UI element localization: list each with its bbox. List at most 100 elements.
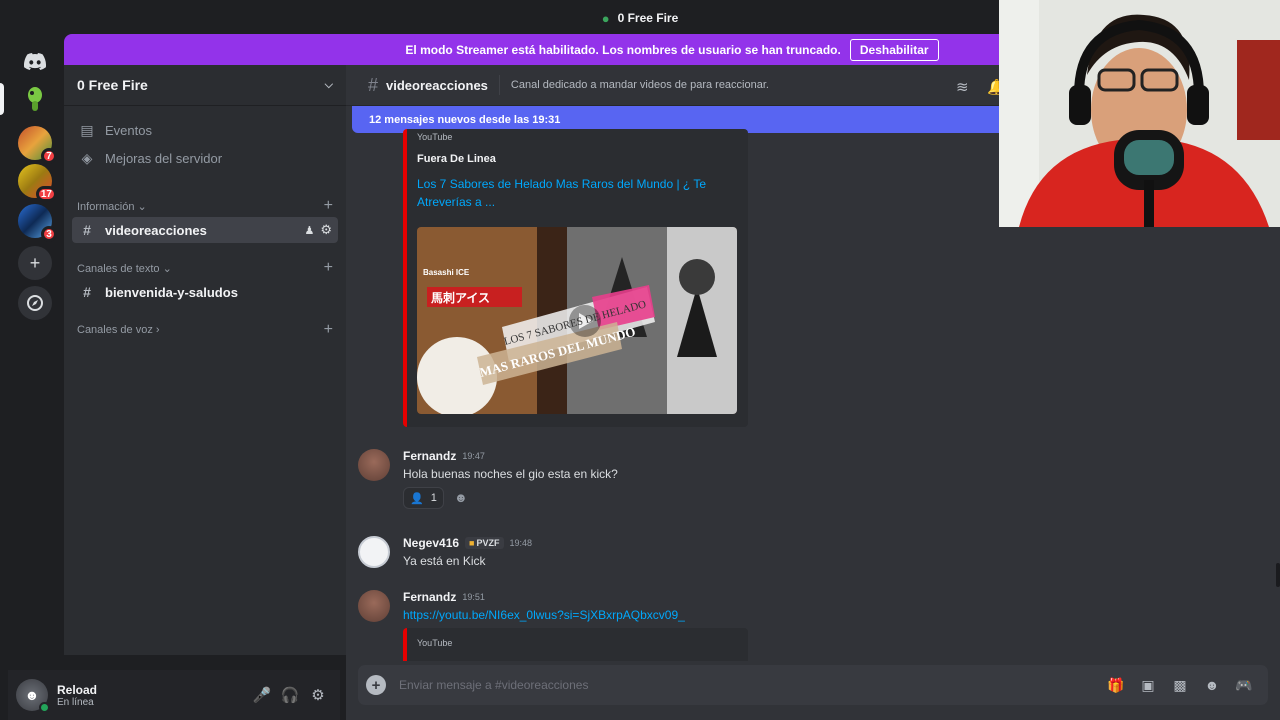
disable-streamer-button[interactable]: Deshabilitar [849,38,939,61]
emoji-icon: 👤 [410,492,424,505]
sidebar-item-label: Eventos [105,122,152,138]
message: Negev416 ■ PVZF 19:48 Ya está en Kick [358,536,1258,576]
user-status: En línea [57,696,94,708]
add-channel-icon[interactable]: + [324,322,333,338]
unread-badge: 17 [35,186,57,202]
add-channel-icon[interactable]: + [324,260,333,276]
chevron-down-icon: ⌄ [137,200,147,213]
guild-header[interactable]: 0 Free Fire ⌵ [64,65,346,106]
webcam-overlay [999,0,1280,227]
gift-icon[interactable]: 🎁 [1100,677,1132,694]
message-text: Hola buenas noches el gio esta en kick? [403,467,618,481]
chevron-down-icon: ⌵ [324,78,333,91]
emoji-icon[interactable]: ☻ [1196,677,1228,693]
message-author[interactable]: Fernandz [403,449,456,463]
channel-topic: Canal dedicado a mandar videos de para r… [510,79,769,91]
message-text: Ya está en Kick [403,554,486,568]
scrollbar[interactable] [1276,563,1280,587]
embed-title-link[interactable]: Los 7 Sabores de Helado Mas Raros del Mu… [417,175,737,211]
chevron-right-icon: › [155,324,160,336]
youtube-embed: YouTube [403,628,748,661]
server-4-icon[interactable]: 3 [18,204,57,242]
add-channel-icon[interactable]: + [324,198,333,214]
active-server-indicator [0,83,4,115]
user-panel: ☻ Reload En línea 🎤 🎧 ⚙ [8,670,340,720]
add-server-icon[interactable]: + [18,246,52,280]
category-voice[interactable]: Canales de voz › + [77,322,333,338]
invite-icon[interactable]: ♟ [304,224,314,237]
message-input[interactable]: Enviar mensaje a #videoreacciones [399,678,1100,692]
message-author[interactable]: Negev416 [403,536,459,550]
role-tag: ■ PVZF [465,537,504,549]
message-link[interactable]: https://youtu.be/NI6ex_0lwus?si=SjXBxrpA… [403,608,685,622]
embed-author[interactable]: Fuera De Linea [417,153,496,165]
thumb-text: Basashi ICE [423,268,470,277]
category-label: Información [77,200,135,213]
online-status-icon [39,702,50,713]
category-text[interactable]: Canales de texto ⌄ + [77,260,333,276]
user-avatar-icon: ☻ [24,687,40,703]
free-fire-server-icon[interactable] [18,82,52,116]
divider [498,75,500,95]
message-time: 19:47 [462,451,485,461]
server-3-icon[interactable]: 17 [18,164,57,202]
hashtag-icon: # [83,284,91,300]
channel-label: videoreacciones [105,222,207,238]
message-time: 19:48 [509,538,533,548]
add-attachment-icon[interactable]: + [366,675,386,695]
category-label: Canales de texto [77,262,160,275]
server-icon: ● [601,10,610,26]
message-composer: + Enviar mensaje a #videoreacciones 🎁 ▣ … [358,665,1268,705]
avatar[interactable] [358,590,390,622]
calendar-icon: ▤ [80,121,94,138]
thumb-text: 馬刺アイス [431,290,490,305]
reaction-count: 1 [430,492,437,504]
banner-text: El modo Streamer está habilitado. Los no… [405,42,841,57]
channel-bienvenida[interactable]: # bienvenida-y-saludos [72,279,338,305]
unread-badge: 3 [41,226,57,242]
channel-name: videoreacciones [386,77,488,93]
embed-provider[interactable]: YouTube [417,638,452,648]
embed-provider[interactable]: YouTube [417,132,452,142]
channel-label: bienvenida-y-saludos [105,284,238,300]
sidebar-item-label: Mejoras del servidor [105,150,223,166]
role-tag-label: PVZF [476,538,500,548]
discord-home-icon[interactable] [18,44,52,78]
explore-icon[interactable] [18,286,52,320]
chevron-down-icon: ⌄ [162,262,172,275]
headphones-icon[interactable]: 🎧 [276,686,304,704]
sticker-icon[interactable]: ▩ [1164,677,1196,694]
server-list: 7 17 3 + [0,36,64,720]
reaction-chip[interactable]: 👤 1 [403,487,444,509]
avatar[interactable] [358,449,390,481]
window-title: 0 Free Fire [617,11,679,25]
avatar[interactable]: ☻ [16,679,50,713]
video-thumbnail[interactable]: Basashi ICE 馬刺アイス LOS 7 SABORES DE HELAD… [417,227,737,414]
unread-badge: 7 [41,148,57,164]
role-icon: ■ [469,538,475,548]
hashtag-icon: # [83,222,91,238]
message-author[interactable]: Fernandz [403,590,456,604]
sidebar-item-events[interactable]: ▤ Eventos [72,117,338,143]
category-info[interactable]: Información ⌄ + [77,198,333,214]
boost-icon: ◈ [81,149,93,166]
microphone-icon[interactable]: 🎤 [248,686,276,704]
category-label: Canales de voz [77,324,153,336]
threads-icon[interactable]: ≋ [956,78,969,96]
channel-sidebar: 0 Free Fire ⌵ ▤ Eventos ◈ Mejoras del se… [64,65,346,655]
user-name: Reload [57,682,98,697]
sidebar-item-boosts[interactable]: ◈ Mejoras del servidor [72,145,338,171]
channel-videoreacciones[interactable]: # videoreacciones ♟ ⚙ [72,217,338,243]
message: Fernandz 19:47 Hola buenas noches el gio… [358,449,1258,511]
message-time: 19:51 [462,592,485,602]
gear-icon[interactable]: ⚙ [304,686,332,704]
gear-icon[interactable]: ⚙ [320,222,332,238]
avatar[interactable] [358,536,390,568]
server-2-icon[interactable]: 7 [18,126,57,164]
gif-icon[interactable]: ▣ [1132,677,1164,694]
youtube-embed: YouTube Fuera De Linea Los 7 Sabores de … [403,129,748,427]
add-reaction-icon[interactable]: ☻ [454,490,468,505]
hashtag-icon: # [368,74,379,95]
gamepad-icon[interactable]: 🎮 [1228,677,1260,694]
guild-name: 0 Free Fire [77,77,148,93]
